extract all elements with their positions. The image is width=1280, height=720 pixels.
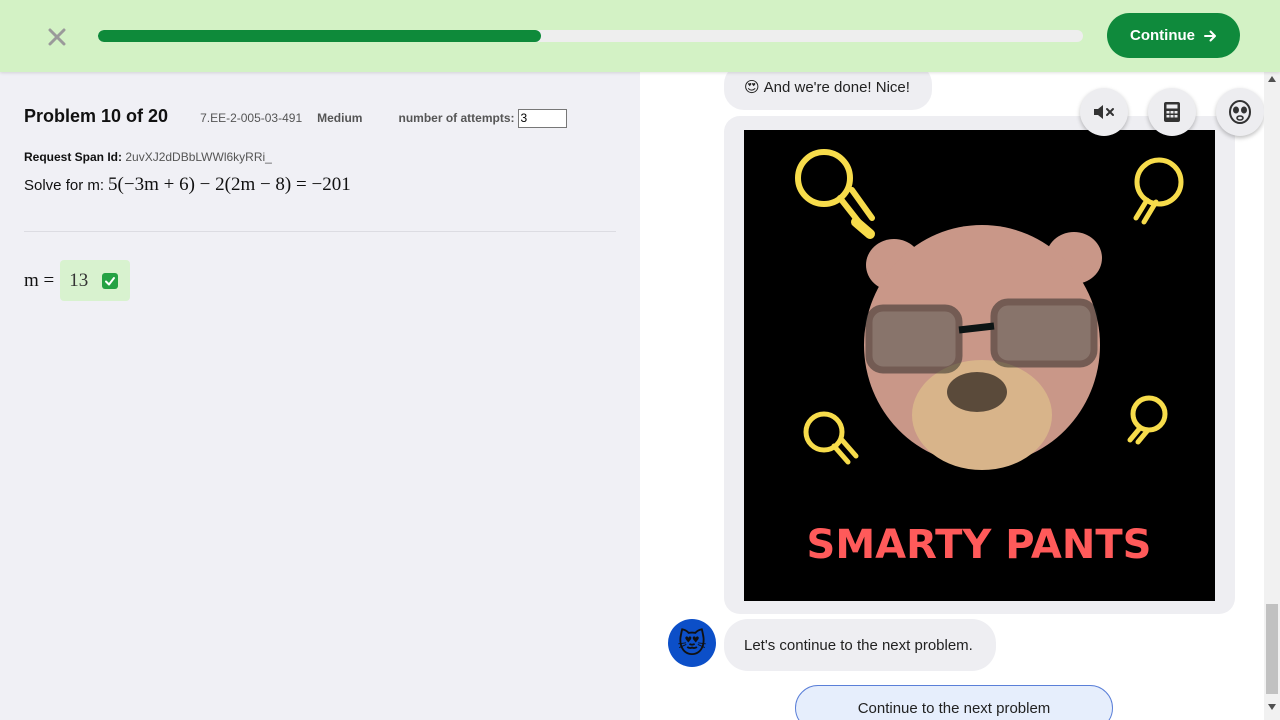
mute-icon — [1094, 105, 1114, 119]
lightbulb-icon — [803, 411, 859, 465]
lightbulb-icon — [795, 149, 875, 239]
teddy-bear-graphic — [864, 225, 1102, 470]
chat-message: Let's continue to the next problem. — [724, 619, 996, 671]
alien-face-button[interactable] — [1216, 88, 1264, 136]
attempts-label: number of attempts: — [398, 111, 515, 125]
heart-eyes-emoji-icon: 😍 — [744, 79, 760, 96]
request-span-id: Request Span Id: 2uvXJ2dDBbLWWl6kyRRi_ — [24, 150, 272, 164]
continue-button[interactable]: Continue — [1107, 13, 1240, 58]
span-id-value: 2uvXJ2dDBbLWWl6kyRRi_ — [125, 150, 272, 164]
lightbulb-icon — [1127, 395, 1168, 445]
continue-next-problem-button[interactable]: Continue to the next problem — [795, 685, 1113, 720]
image-caption: SMARTY PANTS — [807, 522, 1152, 568]
difficulty-level: Medium — [317, 111, 363, 125]
calculator-icon — [1164, 102, 1180, 122]
calculator-button[interactable] — [1148, 88, 1196, 136]
answer-value: 13 — [69, 269, 89, 291]
chat-image-message: SMARTY PANTS — [724, 116, 1235, 614]
progress-fill — [98, 30, 542, 42]
smarty-pants-image: SMARTY PANTS — [744, 130, 1215, 601]
problem-code: 7.EE-2-005-03-491 — [200, 111, 303, 125]
problem-statement: Solve for m: 5(−3m + 6) − 2(2m − 8) = −2… — [24, 174, 351, 196]
scrollbar-thumb[interactable] — [1266, 604, 1278, 694]
alien-face-icon — [1229, 100, 1251, 124]
cat-heart-eyes-icon: 😻 — [677, 627, 707, 659]
chat-scrollbar[interactable] — [1264, 72, 1280, 720]
avatar: 😻 — [668, 619, 716, 667]
scroll-down-arrow-icon[interactable] — [1264, 704, 1280, 716]
problem-prompt: Solve for m: — [24, 177, 105, 194]
chat-message-text: And we're done! Nice! — [763, 78, 910, 96]
scroll-up-arrow-icon[interactable] — [1264, 76, 1280, 88]
arrow-right-icon — [1204, 30, 1216, 41]
progress-bar — [98, 30, 1083, 42]
problem-header: Problem 10 of 20 7.EE-2-005-03-491 Mediu… — [24, 106, 567, 128]
close-icon — [48, 28, 66, 46]
checkmark-icon — [102, 272, 119, 289]
chat-message: 😍 And we're done! Nice! — [724, 72, 932, 110]
answer-variable: m = — [24, 269, 55, 291]
problem-panel: Problem 10 of 20 7.EE-2-005-03-491 Mediu… — [0, 72, 640, 720]
chat-message-text: Let's continue to the next problem. — [744, 636, 973, 654]
chat-panel: 😍 And we're done! Nice! SMARTY PANTS 😻 L… — [640, 72, 1264, 720]
lightbulb-icon — [1133, 157, 1184, 225]
continue-label: Continue — [1130, 27, 1195, 44]
attempts-input[interactable] — [517, 108, 567, 128]
answer-row: m = 13 — [24, 260, 131, 301]
top-bar: Continue — [0, 0, 1280, 72]
answer-field[interactable]: 13 — [60, 260, 131, 301]
mute-button[interactable] — [1080, 88, 1128, 136]
divider — [24, 231, 616, 232]
span-id-label: Request Span Id: — [24, 150, 123, 164]
close-button[interactable] — [44, 24, 70, 50]
problem-title: Problem 10 of 20 — [24, 106, 169, 126]
equation: 5(−3m + 6) − 2(2m − 8) = −201 — [108, 174, 351, 195]
